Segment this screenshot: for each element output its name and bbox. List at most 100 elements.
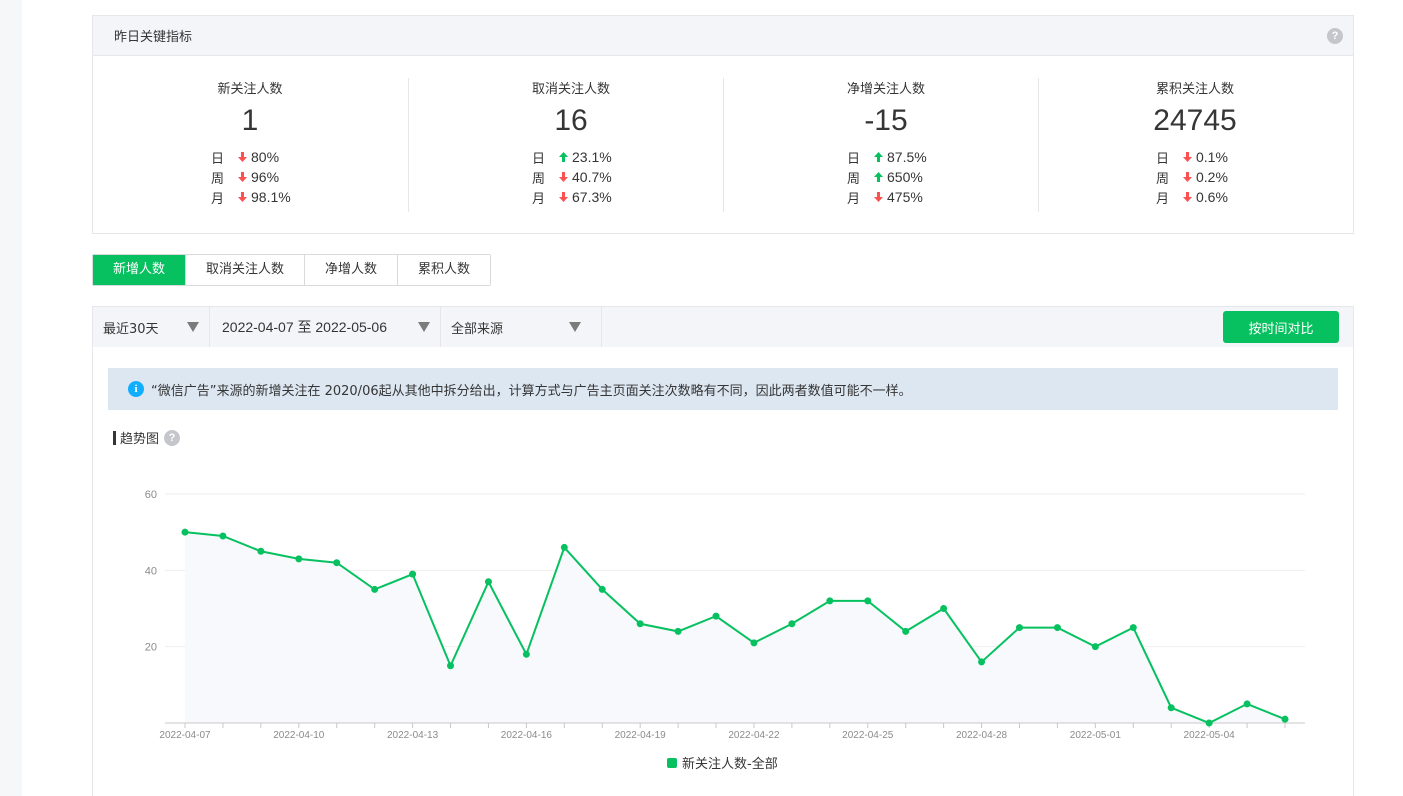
metric-compare-row: 周 96% xyxy=(211,167,357,187)
metric-value: -15 xyxy=(864,104,908,137)
percent-change: 650% xyxy=(887,169,923,185)
data-point xyxy=(864,597,872,605)
arrow-down-icon xyxy=(1183,172,1192,182)
left-sidebar-strip xyxy=(0,0,22,796)
data-point xyxy=(902,627,910,635)
metric-compare-row: 月 98.1% xyxy=(211,187,357,207)
percent-change: 0.1% xyxy=(1196,149,1228,165)
period-label: 月 xyxy=(1156,191,1170,207)
x-tick-label: 2022-04-07 xyxy=(159,730,211,741)
metric-value: 1 xyxy=(241,104,259,137)
period-label: 周 xyxy=(847,171,861,187)
percent-change: 23.1% xyxy=(572,149,612,165)
x-tick-label: 2022-04-10 xyxy=(273,730,325,741)
tab-3[interactable]: 累积人数 xyxy=(397,255,491,285)
period-label: 月 xyxy=(532,191,546,207)
data-point xyxy=(1243,700,1251,708)
data-point xyxy=(560,543,568,551)
data-point xyxy=(333,559,341,567)
chart-legend[interactable]: 新关注人数-全部 xyxy=(667,753,778,772)
x-tick-label: 2022-05-04 xyxy=(1184,730,1236,741)
arrow-down-icon xyxy=(1183,192,1192,202)
period-label: 日 xyxy=(532,151,546,167)
tab-0[interactable]: 新增人数 xyxy=(93,255,186,285)
metric-card: 新关注人数 1 日 80% 周 96% 月 98.1% xyxy=(93,78,408,212)
metric-compare-row: 周 40.7% xyxy=(532,167,678,187)
metric-compare-rows: 日 87.5% 周 650% 月 475% xyxy=(847,147,993,207)
percent-change: 96% xyxy=(251,169,280,185)
data-point xyxy=(295,555,303,563)
data-point xyxy=(1167,704,1175,712)
trend-panel: 最近30天 2022-04-07 至 2022-05-06 全部来源 按时间对比… xyxy=(92,306,1354,796)
legend-swatch xyxy=(667,757,677,768)
metric-compare-row: 周 650% xyxy=(847,167,993,187)
x-tick-label: 2022-04-28 xyxy=(956,730,1008,741)
arrow-up-icon xyxy=(559,152,568,162)
metric-compare-rows: 日 23.1% 周 40.7% 月 67.3% xyxy=(532,147,678,207)
metric-compare-row: 日 23.1% xyxy=(532,147,678,167)
data-point xyxy=(712,612,720,620)
metric-compare-rows: 日 0.1% 周 0.2% 月 0.6% xyxy=(1156,147,1302,207)
period-label: 日 xyxy=(847,151,861,167)
data-point xyxy=(826,597,834,605)
metric-label: 取消关注人数 xyxy=(531,82,610,97)
tab-1[interactable]: 取消关注人数 xyxy=(185,255,305,285)
trend-line-chart: 20 40 60 2022-04-07 2022-04-10 2022-04-13 2022… xyxy=(145,489,1305,741)
percent-change: 40.7% xyxy=(572,169,612,185)
metric-compare-row: 月 67.3% xyxy=(532,187,678,207)
help-icon[interactable]: ? xyxy=(1327,27,1343,44)
metric-compare-row: 月 475% xyxy=(847,187,993,207)
period-label: 周 xyxy=(211,171,225,187)
period-label: 月 xyxy=(847,191,861,207)
data-point xyxy=(257,547,265,555)
percent-change: 98.1% xyxy=(251,189,291,205)
period-label: 周 xyxy=(1156,171,1170,187)
percent-change: 67.3% xyxy=(572,189,612,205)
arrow-up-icon xyxy=(874,152,883,162)
percent-change: 0.6% xyxy=(1196,189,1228,205)
data-point xyxy=(1129,624,1137,632)
data-point xyxy=(674,627,682,635)
metric-label: 累积关注人数 xyxy=(1155,82,1234,97)
metric-tabs: 新增人数 取消关注人数 净增人数 累积人数 xyxy=(92,254,492,286)
legend-label: 新关注人数-全部 xyxy=(682,757,778,772)
metric-compare-row: 日 87.5% xyxy=(847,147,993,167)
series-area xyxy=(185,532,1285,723)
period-label: 日 xyxy=(211,151,225,167)
x-tick-label: 2022-04-19 xyxy=(615,730,667,741)
x-tick-label: 2022-04-25 xyxy=(842,730,894,741)
metric-card: 累积关注人数 24745 日 0.1% 周 0.2% 月 0.6% xyxy=(1038,78,1353,212)
percent-change: 80% xyxy=(251,149,280,165)
percent-change: 87.5% xyxy=(887,149,927,165)
arrow-down-icon xyxy=(238,192,247,202)
x-tick-label: 2022-04-22 xyxy=(728,730,780,741)
data-point xyxy=(371,585,379,593)
period-label: 月 xyxy=(211,191,225,207)
data-point xyxy=(750,639,758,647)
data-point xyxy=(1281,715,1289,723)
metric-compare-row: 日 0.1% xyxy=(1156,147,1302,167)
metric-value: 16 xyxy=(554,104,588,137)
tab-2[interactable]: 净增人数 xyxy=(304,255,398,285)
x-tick-label: 2022-04-13 xyxy=(387,730,439,741)
metric-label: 净增关注人数 xyxy=(846,82,925,97)
key-metrics-header: 昨日关键指标 ? xyxy=(93,16,1353,56)
data-point xyxy=(409,570,417,578)
x-tick-label: 2022-05-01 xyxy=(1070,730,1122,741)
data-point xyxy=(636,620,644,628)
percent-change: 0.2% xyxy=(1196,169,1228,185)
y-tick-label: 40 xyxy=(145,565,157,577)
metric-value: 24745 xyxy=(1153,104,1237,137)
arrow-up-icon xyxy=(874,172,883,182)
data-point xyxy=(1015,624,1023,632)
arrow-down-icon xyxy=(238,152,247,162)
metric-compare-row: 日 80% xyxy=(211,147,357,167)
data-point xyxy=(978,658,986,666)
period-label: 周 xyxy=(532,171,546,187)
data-point xyxy=(1205,719,1213,727)
data-point xyxy=(522,650,530,658)
metric-card: 净增关注人数 -15 日 87.5% 周 650% 月 475% xyxy=(723,78,1038,212)
arrow-down-icon xyxy=(559,172,568,182)
percent-change: 475% xyxy=(887,189,923,205)
key-metrics-title: 昨日关键指标 xyxy=(114,30,193,45)
